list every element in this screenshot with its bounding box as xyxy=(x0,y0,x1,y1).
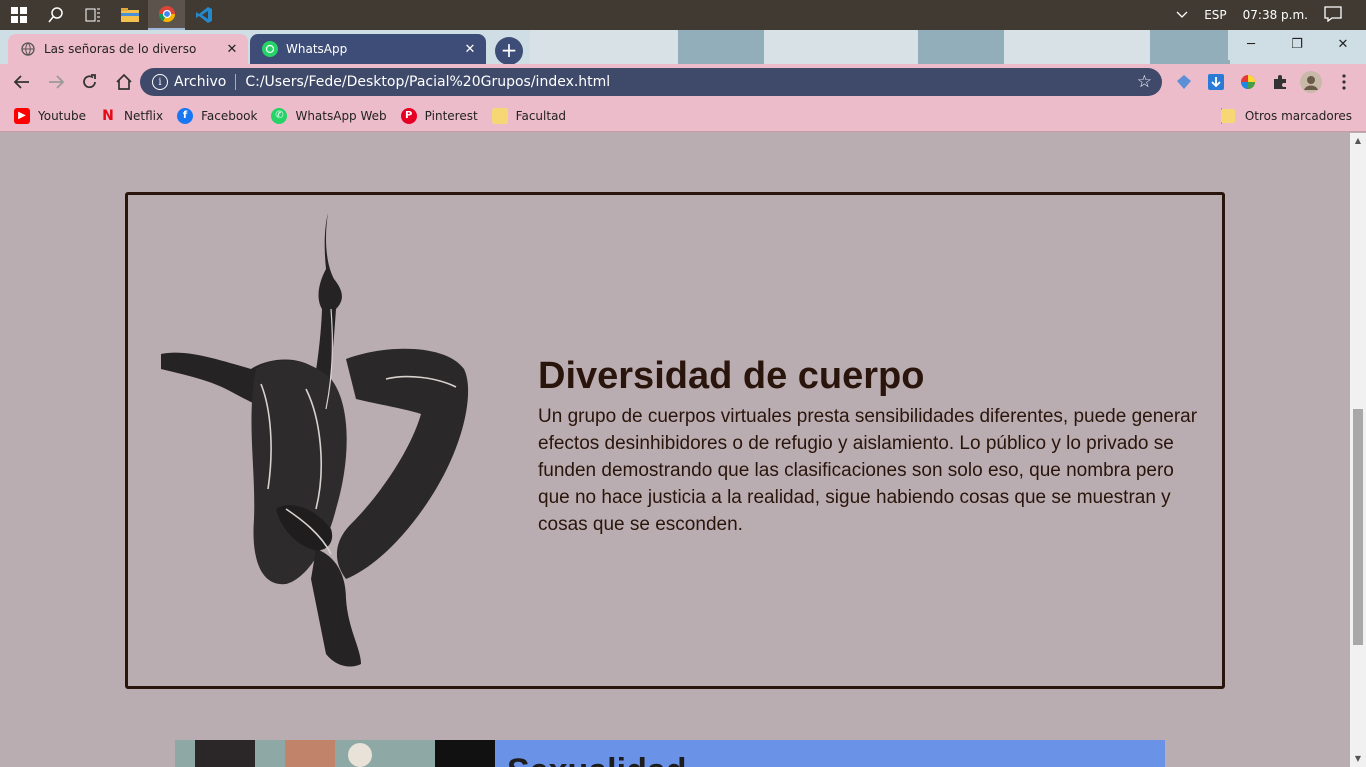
bookmark-facebook[interactable]: f Facebook xyxy=(177,107,258,124)
vscode-icon[interactable] xyxy=(185,0,222,30)
folder-icon xyxy=(1220,109,1235,123)
bookmark-label: Facebook xyxy=(201,108,258,123)
url-text[interactable]: C:/Users/Fede/Desktop/Pacial%20Grupos/in… xyxy=(245,74,1136,90)
color-picker-icon[interactable] xyxy=(1238,72,1258,92)
whatsapp-icon xyxy=(262,41,278,57)
tab-title: Las señoras de lo diverso xyxy=(44,42,197,56)
next-section-illustration xyxy=(175,740,495,767)
bookmark-label: Netflix xyxy=(124,108,164,123)
reload-button[interactable] xyxy=(74,66,106,98)
close-icon[interactable]: ✕ xyxy=(222,42,242,57)
pinterest-icon: P xyxy=(400,107,417,124)
bookmark-whatsapp-web[interactable]: ✆ WhatsApp Web xyxy=(271,107,387,124)
bookmarks-bar: ▶ Youtube N Netflix f Facebook ✆ WhatsAp… xyxy=(0,100,1366,132)
file-explorer-icon[interactable] xyxy=(111,0,148,30)
bookmark-other[interactable]: Otros marcadores xyxy=(1220,100,1352,132)
home-button[interactable] xyxy=(108,66,140,98)
divider xyxy=(235,74,237,90)
browser-theme-art xyxy=(530,30,1230,64)
avatar[interactable] xyxy=(1300,71,1322,93)
download-icon[interactable] xyxy=(1206,72,1226,92)
next-section-heading: Sexualidad xyxy=(507,752,687,767)
section-heading: Diversidad de cuerpo xyxy=(538,355,925,397)
bookmark-pinterest[interactable]: P Pinterest xyxy=(400,107,478,124)
globe-icon xyxy=(20,41,36,57)
bookmark-label: Pinterest xyxy=(424,108,478,123)
bookmark-facultad[interactable]: Facultad xyxy=(491,107,567,124)
tab-strip: Las señoras de lo diverso ✕ WhatsApp ✕ +… xyxy=(0,30,1366,64)
page-content: Diversidad de cuerpo Un grupo de cuerpos… xyxy=(0,133,1350,767)
forward-button[interactable] xyxy=(40,66,72,98)
address-bar[interactable]: i Archivo C:/Users/Fede/Desktop/Pacial%2… xyxy=(140,68,1162,96)
content-card: Diversidad de cuerpo Un grupo de cuerpos… xyxy=(125,192,1225,689)
notification-icon[interactable] xyxy=(1324,5,1342,25)
scroll-thumb[interactable] xyxy=(1353,409,1363,645)
bookmark-youtube[interactable]: ▶ Youtube xyxy=(14,107,86,124)
vertical-scrollbar[interactable]: ▲ ▼ xyxy=(1350,133,1366,767)
bookmark-netflix[interactable]: N Netflix xyxy=(100,108,163,124)
extension-shield-icon[interactable] xyxy=(1174,72,1194,92)
minimize-button[interactable]: ─ xyxy=(1228,30,1274,60)
scheme-label: Archivo xyxy=(174,74,227,90)
tab-whatsapp[interactable]: WhatsApp ✕ xyxy=(250,34,486,64)
bookmark-label: Facultad xyxy=(515,108,567,123)
clock[interactable]: 07:38 p.m. xyxy=(1243,8,1308,22)
close-icon[interactable]: ✕ xyxy=(460,42,480,57)
search-icon[interactable] xyxy=(37,0,74,30)
scroll-up-icon[interactable]: ▲ xyxy=(1350,133,1366,149)
netflix-icon: N xyxy=(102,107,114,124)
bookmark-label: Otros marcadores xyxy=(1244,109,1352,123)
bookmark-star-icon[interactable]: ☆ xyxy=(1137,72,1152,92)
whatsapp-icon: ✆ xyxy=(271,107,288,124)
scroll-down-icon[interactable]: ▼ xyxy=(1350,751,1366,767)
windows-start-icon[interactable] xyxy=(0,0,37,30)
bookmark-label: WhatsApp Web xyxy=(295,108,387,123)
info-icon[interactable]: i xyxy=(152,74,168,90)
facebook-icon: f xyxy=(177,107,194,124)
task-view-icon[interactable] xyxy=(74,0,111,30)
extensions-puzzle-icon[interactable] xyxy=(1270,72,1290,92)
section-body: Un grupo de cuerpos virtuales presta sen… xyxy=(538,406,1198,535)
chevron-up-icon[interactable] xyxy=(1176,8,1188,22)
windows-taskbar: ESP 07:38 p.m. xyxy=(0,0,1366,30)
illustration-body-figure xyxy=(161,213,469,667)
restore-button[interactable]: ❐ xyxy=(1274,30,1320,60)
close-window-button[interactable]: ✕ xyxy=(1320,30,1366,60)
folder-icon xyxy=(491,107,508,124)
tab-las-senoras[interactable]: Las señoras de lo diverso ✕ xyxy=(8,34,248,64)
chrome-icon[interactable] xyxy=(148,0,185,30)
menu-dots-icon[interactable] xyxy=(1334,72,1354,92)
new-tab-button[interactable]: + xyxy=(495,37,523,64)
bookmark-label: Youtube xyxy=(38,108,86,123)
youtube-icon: ▶ xyxy=(14,107,30,124)
back-button[interactable] xyxy=(6,66,38,98)
browser-toolbar: i Archivo C:/Users/Fede/Desktop/Pacial%2… xyxy=(0,64,1366,100)
next-section-card: Sexualidad xyxy=(175,740,1165,767)
tab-title: WhatsApp xyxy=(286,42,348,56)
language-indicator[interactable]: ESP xyxy=(1204,8,1226,22)
